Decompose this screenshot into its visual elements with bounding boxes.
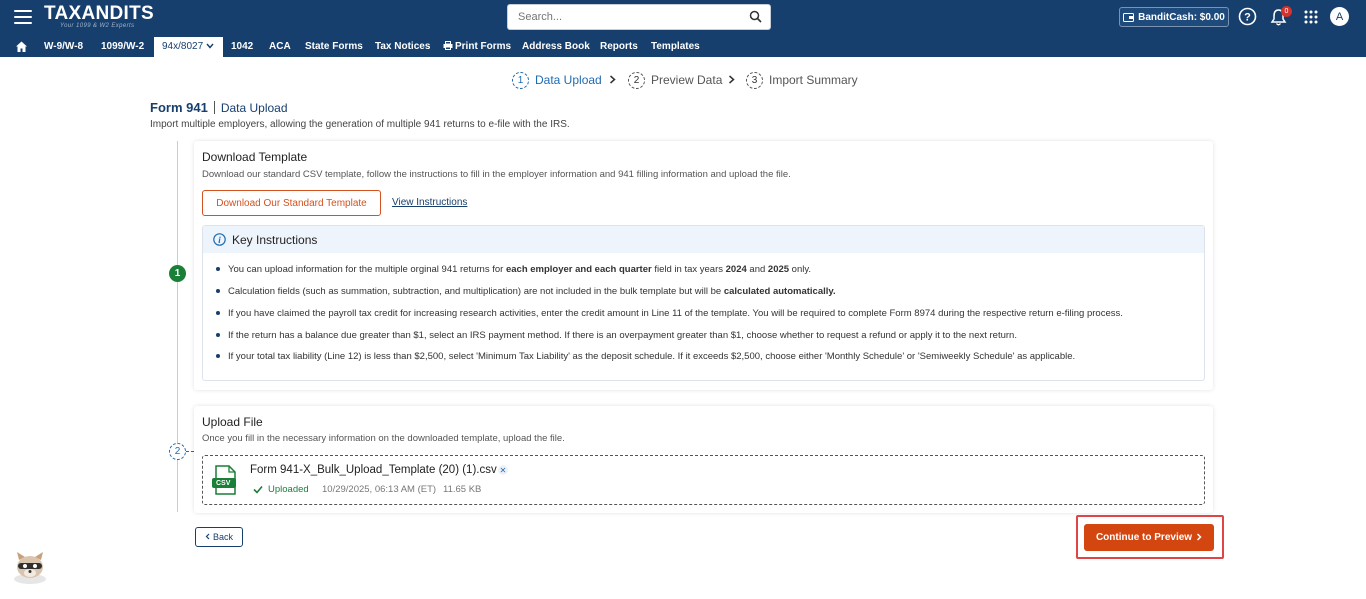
chevron-right-icon bbox=[729, 75, 735, 84]
file-type-label: CSV bbox=[216, 480, 231, 487]
main-nav: W-9/W-8 1099/W-2 94x/8027 1042 ACA State… bbox=[0, 37, 1366, 57]
nav-item-94x-label: 94x/8027 bbox=[162, 41, 204, 52]
instruction-item: If you have claimed the payroll tax cred… bbox=[216, 308, 1123, 319]
remove-file-icon[interactable]: ✕ bbox=[498, 465, 508, 475]
step-preview-data: 2 Preview Data bbox=[628, 70, 722, 90]
file-name: Form 941-X_Bulk_Upload_Template (20) (1)… bbox=[250, 464, 497, 476]
key-instructions-box: i Key Instructions You can upload inform… bbox=[202, 225, 1205, 381]
chevron-right-icon bbox=[610, 75, 616, 84]
nav-item-1099[interactable]: 1099/W-2 bbox=[101, 37, 144, 57]
step-marker-2: 2 bbox=[169, 443, 186, 460]
bandit-cash-button[interactable]: BanditCash: $0.00 bbox=[1119, 7, 1229, 27]
svg-text:?: ? bbox=[1244, 12, 1251, 24]
instruction-text: only. bbox=[789, 264, 812, 275]
avatar[interactable]: A bbox=[1330, 7, 1349, 26]
search-icon[interactable] bbox=[749, 10, 762, 23]
step-import-summary: 3 Import Summary bbox=[746, 70, 858, 90]
apps-grid-icon[interactable] bbox=[1304, 10, 1318, 24]
nav-item-1042[interactable]: 1042 bbox=[231, 37, 253, 57]
nav-item-94x[interactable]: 94x/8027 bbox=[154, 37, 223, 57]
info-icon: i bbox=[213, 233, 226, 246]
nav-item-print-forms-label: Print Forms bbox=[455, 41, 512, 52]
top-bar: TAXANDITS Your 1099 & W2 Experts BanditC… bbox=[0, 0, 1366, 57]
continue-to-preview-button[interactable]: Continue to Preview bbox=[1084, 524, 1214, 551]
uploaded-file-box: CSV Form 941-X_Bulk_Upload_Template (20)… bbox=[202, 455, 1205, 505]
step-marker-1: 1 bbox=[169, 265, 186, 282]
download-template-button[interactable]: Download Our Standard Template bbox=[202, 190, 381, 216]
key-instructions-heading: Key Instructions bbox=[232, 232, 318, 247]
instruction-text: You can upload information for the multi… bbox=[228, 264, 506, 275]
instruction-item: You can upload information for the multi… bbox=[215, 264, 812, 275]
download-heading: Download Template bbox=[202, 150, 308, 164]
page-description: Import multiple employers, allowing the … bbox=[150, 119, 570, 130]
file-timestamp: 10/29/2025, 06:13 AM (ET) bbox=[322, 484, 437, 495]
logo[interactable]: TAXANDITS bbox=[44, 3, 154, 25]
file-status-label: Uploaded bbox=[268, 484, 309, 495]
file-status: Uploaded bbox=[253, 484, 309, 495]
nav-item-w9[interactable]: W-9/W-8 bbox=[44, 37, 83, 57]
nav-item-templates[interactable]: Templates bbox=[651, 37, 700, 57]
instruction-item: If your total tax liability (Line 12) is… bbox=[215, 351, 1076, 362]
wallet-icon bbox=[1123, 12, 1135, 22]
step-2-number: 2 bbox=[628, 71, 645, 89]
instruction-item: Calculation fields (such as summation, s… bbox=[216, 286, 836, 297]
timeline-connector bbox=[186, 451, 194, 452]
printer-icon bbox=[443, 41, 453, 50]
continue-button-label: Continue to Preview bbox=[1095, 532, 1193, 543]
nav-item-tax-notices[interactable]: Tax Notices bbox=[375, 37, 430, 57]
chevron-down-icon bbox=[206, 43, 214, 49]
mascot-icon[interactable] bbox=[12, 551, 48, 585]
page-title: Form 941 Data Upload bbox=[150, 100, 288, 115]
home-icon[interactable] bbox=[15, 40, 28, 53]
chevron-right-icon bbox=[1197, 533, 1202, 541]
nav-item-print-forms[interactable]: Print Forms bbox=[443, 37, 511, 57]
help-icon[interactable]: ? bbox=[1238, 7, 1257, 26]
chevron-left-icon bbox=[205, 533, 210, 540]
step-data-upload: 1 Data Upload bbox=[512, 70, 602, 90]
back-button-label: Back bbox=[212, 532, 233, 542]
menu-icon[interactable] bbox=[14, 10, 32, 24]
back-button[interactable]: Back bbox=[195, 527, 243, 547]
bandit-cash-label: BanditCash: $0.00 bbox=[1138, 11, 1225, 23]
instruction-text: Calculation fields (such as summation, s… bbox=[228, 286, 724, 297]
file-size: 11.65 KB bbox=[443, 484, 482, 495]
notification-badge: 0 bbox=[1281, 6, 1292, 17]
instruction-emphasis: calculated automatically. bbox=[723, 286, 836, 297]
view-instructions-link[interactable]: View Instructions bbox=[392, 197, 467, 208]
instruction-item: If the return has a balance due greater … bbox=[216, 330, 1017, 341]
nav-item-state-forms[interactable]: State Forms bbox=[305, 37, 363, 57]
download-text: Download our standard CSV template, foll… bbox=[202, 169, 791, 180]
form-title: Form 941 bbox=[150, 100, 208, 115]
key-instructions-header: i Key Instructions bbox=[203, 226, 1204, 253]
step-1-number: 1 bbox=[512, 71, 529, 89]
instruction-text: and bbox=[746, 264, 768, 275]
nav-item-address-book[interactable]: Address Book bbox=[522, 37, 590, 57]
step-1-label: Data Upload bbox=[535, 73, 602, 87]
search-box bbox=[507, 4, 771, 30]
nav-item-aca[interactable]: ACA bbox=[269, 37, 291, 57]
upload-text: Once you fill in the necessary informati… bbox=[202, 433, 565, 444]
instruction-year: 2024 bbox=[725, 264, 747, 275]
logo-tagline: Your 1099 & W2 Experts bbox=[60, 23, 135, 29]
step-3-label: Import Summary bbox=[769, 73, 858, 87]
form-subtitle: Data Upload bbox=[220, 101, 288, 115]
upload-heading: Upload File bbox=[202, 415, 263, 429]
step-3-number: 3 bbox=[746, 71, 763, 89]
instruction-emphasis: each employer and each quarter bbox=[505, 264, 652, 275]
step-2-label: Preview Data bbox=[651, 73, 723, 87]
instruction-text: field in tax years bbox=[651, 264, 726, 275]
svg-text:i: i bbox=[218, 235, 221, 245]
instruction-year: 2025 bbox=[767, 264, 790, 275]
check-icon bbox=[253, 485, 263, 494]
search-input[interactable] bbox=[508, 5, 738, 29]
nav-item-reports[interactable]: Reports bbox=[600, 37, 638, 57]
